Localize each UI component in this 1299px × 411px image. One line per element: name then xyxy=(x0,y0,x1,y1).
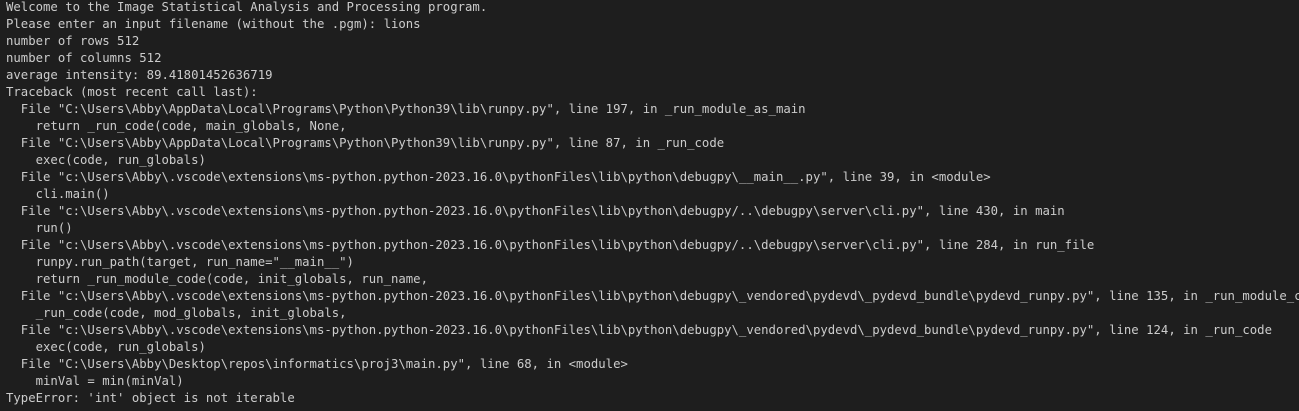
traceback-code-line: return _run_module_code(code, init_globa… xyxy=(6,272,428,286)
traceback-file-line: File "c:\Users\Abby\.vscode\extensions\m… xyxy=(6,289,1299,303)
filename-prompt-line: Please enter an input filename (without … xyxy=(6,17,421,31)
traceback-code-line: cli.main() xyxy=(6,187,110,201)
traceback-header-line: Traceback (most recent call last): xyxy=(6,85,258,99)
traceback-file-line: File "C:\Users\Abby\Desktop\repos\inform… xyxy=(6,357,628,371)
terminal-output: Welcome to the Image Statistical Analysi… xyxy=(6,0,1299,407)
traceback-file-line: File "C:\Users\Abby\AppData\Local\Progra… xyxy=(6,102,806,116)
terminal-panel[interactable]: Welcome to the Image Statistical Analysi… xyxy=(0,0,1299,411)
traceback-code-line: minVal = min(minVal) xyxy=(6,374,184,388)
error-message-line: TypeError: 'int' object is not iterable xyxy=(6,391,295,405)
average-intensity-line: average intensity: 89.41801452636719 xyxy=(6,68,273,82)
traceback-code-line: _run_code(code, mod_globals, init_global… xyxy=(6,306,347,320)
traceback-code-line: exec(code, run_globals) xyxy=(6,340,206,354)
traceback-file-line: File "c:\Users\Abby\.vscode\extensions\m… xyxy=(6,323,1272,337)
traceback-code-line: return _run_code(code, main_globals, Non… xyxy=(6,119,347,133)
welcome-line: Welcome to the Image Statistical Analysi… xyxy=(6,0,488,14)
traceback-file-line: File "c:\Users\Abby\.vscode\extensions\m… xyxy=(6,170,991,184)
traceback-file-line: File "c:\Users\Abby\.vscode\extensions\m… xyxy=(6,204,1065,218)
traceback-code-line: exec(code, run_globals) xyxy=(6,153,206,167)
rows-output-line: number of rows 512 xyxy=(6,34,140,48)
traceback-file-line: File "C:\Users\Abby\AppData\Local\Progra… xyxy=(6,136,725,150)
traceback-code-line: run() xyxy=(6,221,73,235)
traceback-file-line: File "c:\Users\Abby\.vscode\extensions\m… xyxy=(6,238,1095,252)
traceback-code-line: runpy.run_path(target, run_name="__main_… xyxy=(6,255,354,269)
columns-output-line: number of columns 512 xyxy=(6,51,162,65)
